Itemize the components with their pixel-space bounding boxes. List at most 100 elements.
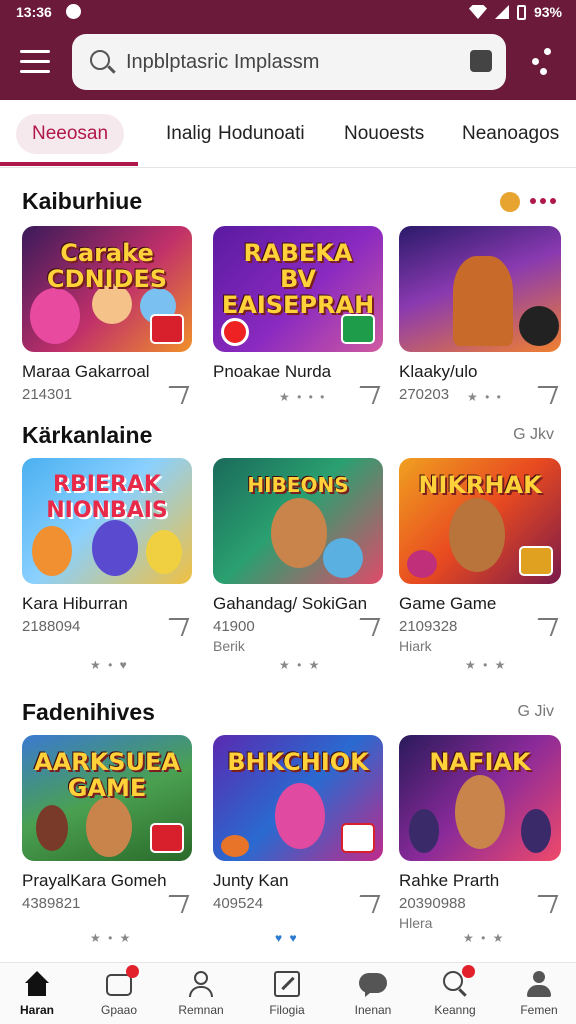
notification-badge [462, 965, 475, 978]
search-icon [441, 965, 475, 997]
share-icon[interactable] [353, 618, 381, 636]
gamepad-icon [105, 965, 139, 997]
search-bar[interactable] [72, 34, 506, 90]
section-title-3: Fadenihives [22, 699, 155, 725]
thumbnail-text: AARKSUEA GAME [34, 748, 180, 802]
game-title: Maraa Gakarroal [22, 362, 150, 381]
rating-stars: ★ • • • [279, 390, 327, 404]
rating-stars: ★ • ★ [279, 658, 322, 672]
game-count: 2188094 [22, 618, 81, 635]
share-icon[interactable] [531, 386, 559, 404]
thumbnail-text: BHKCHIOK [227, 748, 369, 776]
nav-search[interactable]: Keanng [414, 965, 496, 1017]
game-count: 20390988 [399, 895, 466, 912]
badge-icon [519, 546, 553, 576]
share-icon[interactable] [353, 386, 381, 404]
tab-inalig[interactable]: Inalig [166, 114, 211, 154]
share-icon[interactable] [531, 895, 559, 913]
thumbnail-text: RBIERAK NIONBAIS [46, 472, 168, 523]
game-thumbnail[interactable]: BHKCHIOK [213, 735, 383, 861]
game-title: Kara Hiburran [22, 594, 128, 613]
share-button[interactable] [528, 46, 556, 76]
tab-neanoagos[interactable]: Neanoagos [462, 114, 559, 154]
tab-nouoests[interactable]: Nouoests [344, 114, 424, 154]
menu-button[interactable] [20, 50, 50, 74]
active-tab-indicator [0, 162, 138, 166]
rating-stars: ★ • ★ [90, 931, 133, 945]
share-icon[interactable] [162, 386, 190, 404]
nav-inenan[interactable]: Inenan [332, 971, 414, 1017]
search-icon [90, 50, 110, 70]
game-title: PrayalKara Gomeh [22, 871, 167, 890]
badge-icon [150, 314, 184, 344]
rating-stars: ★ • ★ [463, 931, 506, 945]
game-thumbnail[interactable]: NIKRHAK [399, 458, 561, 584]
battery-level: 93% [533, 4, 562, 20]
game-thumbnail[interactable]: HIBEONS [213, 458, 383, 584]
edit-icon [273, 971, 301, 997]
share-icon[interactable] [353, 895, 381, 913]
game-count: 4389821 [22, 895, 81, 912]
game-thumbnail[interactable] [399, 226, 561, 352]
game-count: 2109328 [399, 618, 458, 635]
game-count: 270203 [399, 386, 450, 403]
chat-icon [359, 971, 387, 997]
game-title: Junty Kan [213, 871, 289, 890]
game-subtitle: Hlera [399, 915, 433, 931]
battery-icon [516, 4, 526, 20]
badge-icon [341, 823, 375, 853]
thumbnail-text: NIKRHAK [418, 471, 542, 499]
game-thumbnail[interactable]: AARKSUEA GAME [22, 735, 192, 861]
rating-stars: ★ • ★ [465, 658, 508, 672]
status-icons: 93% [468, 4, 562, 20]
notification-badge [126, 965, 139, 978]
tab-hodunoati[interactable]: Hodunoati [218, 114, 305, 154]
game-title: Rahke Prarth [399, 871, 500, 890]
see-all-link[interactable]: G Jiv [518, 703, 554, 721]
app-header: 13:36 93% [0, 0, 576, 100]
share-icon[interactable] [162, 895, 190, 913]
thumbnail-text: HIBEONS [247, 473, 349, 497]
thumbnail-text: RABEKA BV EAISEPRAH [221, 239, 375, 319]
share-icon[interactable] [162, 618, 190, 636]
nav-games[interactable]: Gpaao [78, 965, 160, 1017]
nav-profile[interactable]: Femen [498, 971, 576, 1017]
game-subtitle: Berik [213, 638, 245, 654]
game-thumbnail[interactable]: NAFIAK [399, 735, 561, 861]
signal-icon [494, 5, 509, 19]
game-thumbnail[interactable]: RABEKA BV EAISEPRAH [213, 226, 383, 352]
rating-stars: ★ • ♥ [90, 658, 129, 672]
nav-filogia[interactable]: Filogia [246, 971, 328, 1017]
profile-icon [525, 971, 553, 997]
nav-remnan[interactable]: Remnan [160, 971, 242, 1017]
status-time: 13:36 [16, 4, 52, 20]
thumbnail-text: Carake CDNIDES [46, 239, 168, 293]
status-bar: 13:36 93% [0, 0, 576, 26]
game-count: 214301 [22, 386, 73, 403]
see-all-link[interactable]: G Jkv [513, 426, 554, 444]
game-title: Game Game [399, 594, 497, 613]
category-tabs: Neeosan Inalig Hodunoati Nouoests Neanoa… [0, 100, 576, 168]
badge-icon [341, 314, 375, 344]
section-title-1: Kaiburhiue [22, 188, 143, 214]
game-thumbnail[interactable]: Carake CDNIDES [22, 226, 192, 352]
store-icon[interactable] [470, 50, 492, 72]
share-icon[interactable] [531, 618, 559, 636]
game-count: 41900 [213, 618, 255, 635]
search-input[interactable] [126, 44, 446, 80]
game-title: Pnoakae Nurda [213, 362, 332, 381]
menu-icon [20, 50, 50, 53]
user-icon [187, 971, 215, 997]
more-options-icon[interactable] [530, 198, 556, 204]
section-title-2: Kärkanlaine [22, 422, 153, 448]
tab-neeosan[interactable]: Neeosan [16, 114, 125, 154]
game-count: 409524 [213, 895, 264, 912]
coin-icon[interactable] [500, 192, 520, 212]
thumbnail-text: NAFIAK [429, 748, 531, 776]
rating-stars: ★ • • [467, 390, 503, 404]
game-title: Gahandag/ SokiGan [213, 594, 368, 613]
nav-home[interactable]: Haran [0, 971, 78, 1017]
game-thumbnail[interactable]: RBIERAK NIONBAIS [22, 458, 192, 584]
notification-icon [66, 4, 81, 19]
home-icon [23, 971, 51, 997]
